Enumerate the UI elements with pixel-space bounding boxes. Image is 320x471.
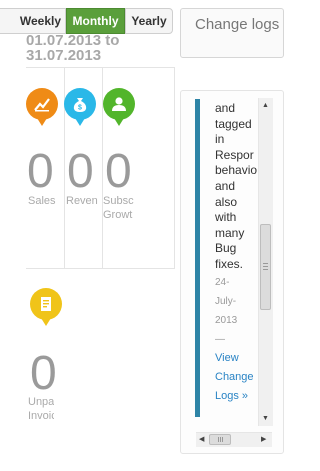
stats-grid: 0 Sales $ 0 Reven 0 Subsc Growt [26,67,175,269]
invoice-icon [30,288,62,326]
horizontal-scrollbar[interactable]: ◀ ▶ [196,432,272,447]
stat-value: 0 [67,145,94,198]
scroll-right-arrow-icon[interactable]: ▶ [261,435,266,445]
stat-value: 0 [30,347,57,400]
stat-value: 0 [27,145,54,198]
yearly-button[interactable]: Yearly [125,8,173,34]
vertical-scroll-thumb[interactable] [260,224,271,310]
change-logs-button[interactable]: Change logs [180,8,284,58]
log-date: 24-July-2013 [215,276,238,326]
date-range: 01.07.2013 to 31.07.2013 [26,32,120,64]
stat-label: Subsc Growt [103,195,134,221]
vertical-scrollbar[interactable]: ▲ ▼ [258,98,273,426]
stat-sales: 0 Sales [26,68,65,268]
stat-label: Sales [28,195,56,207]
money-bag-icon: $ [64,88,96,126]
chart-icon [26,88,58,126]
scroll-left-arrow-icon[interactable]: ◀ [199,435,204,445]
stat-revenue: $ 0 Reven [64,68,103,268]
stat-subscription-growth: 0 Subsc Growt [102,68,174,268]
scroll-down-arrow-icon[interactable]: ▼ [262,414,269,424]
log-accent-bar [195,99,200,417]
weekly-button[interactable]: Weekly [0,8,66,34]
stat-label: Unpai Invoic [28,396,54,422]
user-icon [103,88,135,126]
stat-unpaid-invoices: 0 Unpai Invoic [26,280,86,430]
horizontal-scroll-thumb[interactable] [209,434,231,445]
stat-value: 0 [105,145,132,198]
svg-text:$: $ [78,105,82,112]
monthly-button[interactable]: Monthly [66,8,125,34]
stat-label: Reven [66,195,98,207]
scroll-up-arrow-icon[interactable]: ▲ [262,101,269,111]
period-toggle: Weekly Monthly Yearly [0,8,173,34]
